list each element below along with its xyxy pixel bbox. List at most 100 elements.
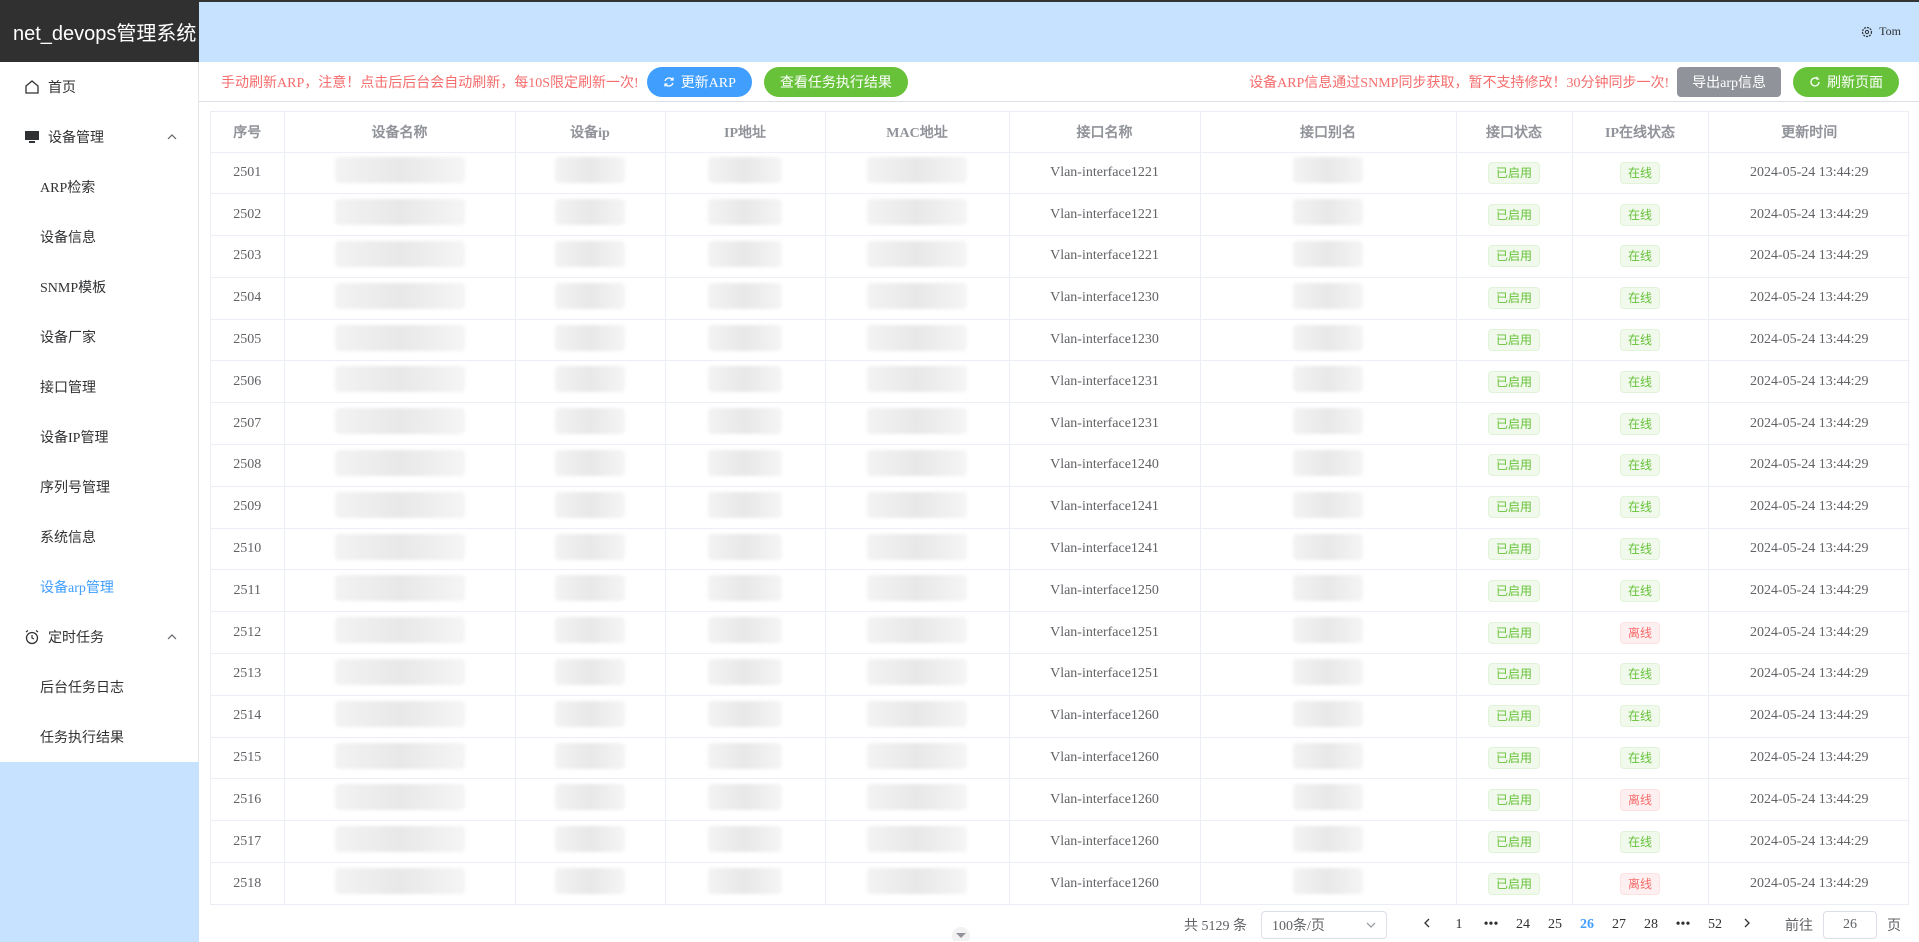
sidebar-subitem-label: 设备arp管理 <box>40 581 114 596</box>
export-arp-button[interactable]: 导出arp信息 <box>1677 66 1781 97</box>
sidebar-subitem[interactable]: SNMP模板 <box>0 262 198 312</box>
page-number[interactable]: 1 <box>1443 917 1475 933</box>
sidebar-subitem[interactable]: 任务执行结果 <box>0 712 198 762</box>
cell-interface-alias <box>1200 778 1457 822</box>
redacted-value <box>555 408 625 435</box>
sidebar-subitem[interactable]: 设备厂家 <box>0 312 198 362</box>
table-row[interactable]: 2504 Vlan-interface1230 已启用 在线 2024-05-24 13… <box>211 277 1910 320</box>
sidebar-item-home[interactable]: 首页 <box>0 62 198 112</box>
cell-device-ip <box>515 778 666 822</box>
page-number[interactable]: 24 <box>1507 917 1539 933</box>
chevron-up-icon <box>167 134 177 140</box>
update-arp-button[interactable]: 更新ARP <box>646 66 752 97</box>
sidebar-subitem-label: 接口管理 <box>40 381 96 396</box>
cell-update-time: 2024-05-24 13:44:29 <box>1708 653 1910 696</box>
page-number[interactable]: 52 <box>1699 917 1731 933</box>
page-number[interactable]: 27 <box>1603 917 1635 933</box>
table-row[interactable]: 2502 Vlan-interface1221 已启用 在线 2024-05-24 13… <box>211 193 1910 237</box>
redacted-value <box>555 742 625 769</box>
prev-page-button[interactable] <box>1411 917 1443 933</box>
cell-id: 2503 <box>211 235 285 278</box>
table-row[interactable]: 2501 Vlan-interface1221 已启用 在线 2024-05-24 13… <box>211 152 1910 195</box>
cell-interface-alias <box>1200 486 1457 529</box>
table-row[interactable]: 2511 Vlan-interface1250 已启用 在线 2024-05-24 13… <box>211 569 1910 613</box>
table-row[interactable]: 2503 Vlan-interface1221 已启用 在线 2024-05-24 13… <box>211 235 1910 278</box>
table-row[interactable]: 2505 Vlan-interface1230 已启用 在线 2024-05-24 13… <box>211 319 1910 362</box>
redacted-value <box>1293 658 1363 685</box>
column-header: 序号 <box>211 112 285 153</box>
sidebar-group-device-mgmt[interactable]: 设备管理 <box>0 112 198 162</box>
user-menu[interactable]: Tom <box>1861 24 1901 39</box>
page-number[interactable]: 25 <box>1539 917 1571 933</box>
cell-interface-name: Vlan-interface1260 <box>1009 778 1201 822</box>
cell-id: 2514 <box>211 695 285 738</box>
cell-ip-address <box>665 695 826 738</box>
cell-mac-address <box>825 402 1010 446</box>
table-row[interactable]: 2507 Vlan-interface1231 已启用 在线 2024-05-24 13… <box>211 402 1910 446</box>
interface-status-badge-cell: 已启用 <box>1456 360 1573 404</box>
table-row[interactable]: 2509 Vlan-interface1241 已启用 在线 2024-05-24 13… <box>211 486 1910 529</box>
table-row[interactable]: 2510 Vlan-interface1241 已启用 在线 2024-05-24 13… <box>211 528 1910 571</box>
sidebar-subitem[interactable]: 设备IP管理 <box>0 412 198 462</box>
cell-ip-address <box>665 611 826 655</box>
table-row[interactable]: 2514 Vlan-interface1260 已启用 在线 2024-05-24 13… <box>211 695 1910 738</box>
sidebar-subitem[interactable]: 系统信息 <box>0 512 198 562</box>
cell-device-ip <box>515 486 666 529</box>
page-number[interactable]: 26 <box>1571 917 1603 933</box>
redacted-value <box>1293 199 1363 226</box>
redacted-value <box>555 658 625 685</box>
view-task-results-button[interactable]: 查看任务执行结果 <box>763 66 908 97</box>
ip-online-status-badge-cell: 在线 <box>1572 737 1709 780</box>
table-row[interactable]: 2516 Vlan-interface1260 已启用 离线 2024-05-24 13… <box>211 778 1910 822</box>
page-number[interactable]: 28 <box>1635 917 1667 933</box>
interface-status-badge: 已启用 <box>1487 705 1540 728</box>
sidebar-subitem[interactable]: ARP检索 <box>0 162 198 212</box>
table-row[interactable]: 2515 Vlan-interface1260 已启用 在线 2024-05-24 13… <box>211 737 1910 780</box>
interface-status-badge-cell: 已启用 <box>1456 402 1573 446</box>
ip-online-status-badge: 在线 <box>1619 538 1660 561</box>
cell-update-time: 2024-05-24 13:44:29 <box>1708 152 1910 195</box>
sidebar-group-label: 定时任务 <box>48 631 104 646</box>
next-page-button[interactable] <box>1731 917 1763 933</box>
collapse-arrow-icon[interactable] <box>950 925 972 941</box>
table-row[interactable]: 2513 Vlan-interface1251 已启用 在线 2024-05-24 13… <box>211 653 1910 696</box>
table-row[interactable]: 2512 Vlan-interface1251 已启用 离线 2024-05-24 13… <box>211 611 1910 655</box>
table-row[interactable]: 2506 Vlan-interface1231 已启用 在线 2024-05-24 13… <box>211 360 1910 404</box>
redacted-value <box>708 700 782 727</box>
cell-interface-alias <box>1200 193 1457 237</box>
cell-id: 2509 <box>211 486 285 529</box>
redacted-value <box>708 826 782 853</box>
sidebar-subitem[interactable]: 设备arp管理 <box>0 562 198 612</box>
sidebar-subitem[interactable]: 接口管理 <box>0 362 198 412</box>
cell-interface-alias <box>1200 737 1457 780</box>
cell-update-time: 2024-05-24 13:44:29 <box>1708 360 1910 404</box>
ip-online-status-badge-cell: 在线 <box>1572 820 1709 864</box>
redacted-value <box>867 240 967 267</box>
interface-status-badge-cell: 已启用 <box>1456 277 1573 320</box>
redacted-value <box>555 700 625 727</box>
sidebar-group-timed-tasks[interactable]: 定时任务 <box>0 612 198 662</box>
page-size-select[interactable]: 100条/页 <box>1261 911 1387 939</box>
sidebar-subitem[interactable]: 后台任务日志 <box>0 662 198 712</box>
cell-device-name <box>284 611 516 655</box>
cell-device-ip <box>515 444 666 487</box>
cell-interface-alias <box>1200 444 1457 487</box>
monitor-icon <box>24 129 40 145</box>
goto-page-input[interactable]: 26 <box>1823 911 1877 939</box>
redacted-value <box>867 491 967 518</box>
redacted-value <box>334 575 465 602</box>
cell-id: 2511 <box>211 569 285 613</box>
sidebar-subitem[interactable]: 序列号管理 <box>0 462 198 512</box>
table-row[interactable]: 2517 Vlan-interface1260 已启用 在线 2024-05-24 13… <box>211 820 1910 864</box>
ip-online-status-badge-cell: 在线 <box>1572 193 1709 237</box>
page-ellipsis[interactable]: ••• <box>1475 917 1507 933</box>
page-ellipsis[interactable]: ••• <box>1667 917 1699 933</box>
ip-online-status-badge: 在线 <box>1619 203 1660 226</box>
cell-mac-address <box>825 444 1010 487</box>
refresh-page-button[interactable]: 刷新页面 <box>1793 66 1899 97</box>
sidebar-subitem[interactable]: 设备信息 <box>0 212 198 262</box>
table-row[interactable]: 2508 Vlan-interface1240 已启用 在线 2024-05-24 13… <box>211 444 1910 487</box>
table-row[interactable]: 2518 Vlan-interface1260 已启用 离线 2024-05-24 13… <box>211 862 1910 905</box>
interface-status-badge-cell: 已启用 <box>1456 152 1573 195</box>
cell-interface-name: Vlan-interface1250 <box>1009 569 1201 613</box>
